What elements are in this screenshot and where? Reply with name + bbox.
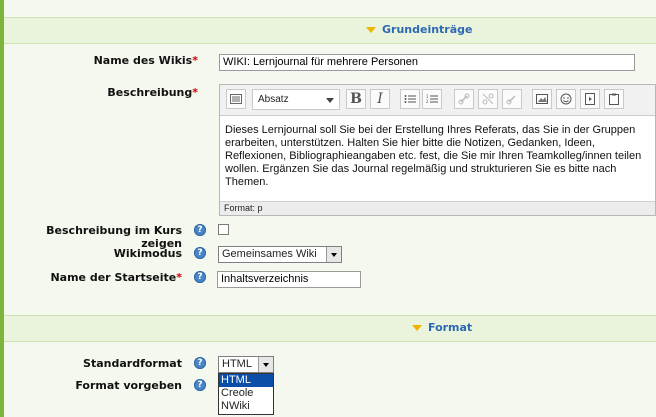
bullet-list-icon[interactable] [400,89,420,109]
editor-status-bar: Format: p [220,201,655,215]
editor-content[interactable]: Dieses Lernjournal soll Sie bei der Erst… [225,124,653,189]
moodle-wiki-settings-form: Grundeinträge Name des Wikis* WIKI: Lern… [0,0,656,417]
section-title-format: Format [428,321,473,334]
emoticon-icon[interactable] [556,89,576,109]
collapse-triangle-icon [366,26,376,33]
forceformat-label: Format vorgeben [75,379,182,392]
standardformat-label: Standardformat [83,357,182,370]
paste-icon[interactable] [604,89,624,109]
description-label: Beschreibung* [107,86,198,99]
wikimode-label: Wikimodus [113,247,182,260]
help-icon[interactable]: ? [194,271,206,283]
link-icon[interactable] [454,89,474,109]
help-icon[interactable]: ? [194,379,206,391]
numbered-list-icon[interactable]: 12 [422,89,442,109]
format-dropdown-list: HTML Creole NWiki [218,373,274,415]
help-icon[interactable]: ? [194,224,206,236]
toggle-toolbar-icon[interactable] [226,89,246,109]
wikimode-select[interactable]: Gemeinsames Wiki [218,246,342,263]
section-header-format[interactable]: Format [4,315,656,342]
page-left-border [0,0,4,417]
section-header-general[interactable]: Grundeinträge [4,17,656,44]
chevron-down-icon [326,98,334,103]
editor-toolbar: Absatz B I 12 [220,85,655,116]
format-option[interactable]: NWiki [219,400,273,413]
image-icon[interactable] [532,89,552,109]
dropdown-arrow-icon [326,247,341,262]
help-icon[interactable]: ? [194,357,206,369]
bold-icon[interactable]: B [346,89,366,109]
media-icon[interactable] [580,89,600,109]
anchor-icon[interactable] [502,89,522,109]
section-title-general: Grundeinträge [382,23,473,36]
wiki-name-input[interactable]: WIKI: Lernjournal für mehrere Personen [219,54,635,71]
standardformat-select[interactable]: HTML [218,356,274,373]
description-editor[interactable]: Absatz B I 12 Dieses Lernjournal soll Si… [219,84,656,216]
required-marker: * [192,86,198,99]
show-description-checkbox[interactable] [218,224,229,235]
required-marker: * [192,54,198,67]
required-marker: * [176,271,182,284]
format-option[interactable]: HTML [219,374,273,387]
name-label: Name des Wikis* [93,54,198,67]
collapse-triangle-icon [412,324,422,331]
format-option[interactable]: Creole [219,387,273,400]
paragraph-format-select[interactable]: Absatz [252,89,340,110]
dropdown-arrow-icon [258,357,273,372]
startpage-label: Name der Startseite* [50,271,182,284]
italic-icon[interactable]: I [370,89,390,109]
unlink-icon[interactable] [478,89,498,109]
svg-text:2: 2 [426,99,429,104]
startpage-input[interactable]: Inhaltsverzeichnis [217,271,361,288]
help-icon[interactable]: ? [194,247,206,259]
